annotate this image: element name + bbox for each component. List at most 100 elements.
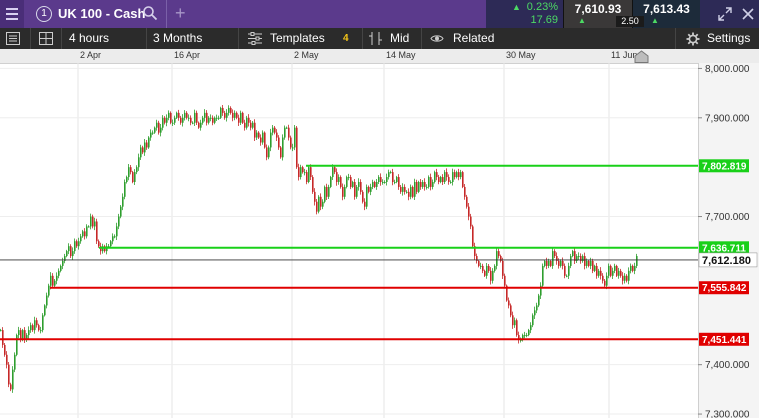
instrument-name[interactable]: UK 100 - Cash: [58, 6, 145, 21]
candle-body: [114, 236, 116, 238]
candle-body: [352, 181, 354, 187]
candle-body: [248, 117, 250, 123]
candle-body: [84, 231, 86, 237]
bid-price: 7,610.93: [574, 2, 622, 16]
candle-body: [314, 191, 316, 202]
candle-body: [294, 127, 296, 148]
candle-body: [236, 112, 238, 118]
price-type-select[interactable]: Mid: [390, 28, 409, 49]
price-tick-label: 8,000.000: [705, 64, 750, 75]
date-label: 14 May: [386, 50, 416, 60]
templates-button[interactable]: Templates: [270, 28, 325, 49]
candle-body: [420, 181, 422, 187]
candle-body: [502, 260, 504, 276]
hamburger-icon[interactable]: [0, 0, 24, 28]
candle-body: [168, 112, 170, 118]
expand-window-icon[interactable]: [718, 7, 732, 21]
list-view-icon[interactable]: [6, 32, 20, 45]
candle-body: [34, 320, 36, 331]
candle-body: [452, 172, 454, 182]
candle-body: [194, 112, 196, 123]
candle-body: [70, 246, 72, 257]
ask-price: 7,613.43: [643, 2, 690, 16]
candle-body: [156, 122, 158, 128]
candle-body: [208, 117, 210, 123]
price-chart[interactable]: 8,000.000 7,900.000 7,700.000 7,400.000 7,30…: [0, 63, 759, 418]
candle-body: [202, 117, 204, 123]
candle-body: [578, 256, 580, 258]
tab-divider: [166, 0, 167, 28]
candle-body: [182, 117, 184, 123]
candle-body: [630, 265, 632, 271]
candle-body: [260, 137, 262, 143]
candle-body: [594, 265, 596, 271]
settings-button[interactable]: Settings: [707, 28, 750, 49]
candle-body: [36, 320, 38, 326]
related-button[interactable]: Related: [453, 28, 494, 49]
candle-body: [250, 122, 252, 128]
candle-body: [628, 270, 630, 281]
candle-body: [432, 181, 434, 187]
candle-body: [284, 127, 286, 138]
candle-body: [146, 142, 148, 148]
candle-body: [152, 132, 154, 134]
candle-body: [424, 181, 426, 187]
templates-count-badge: 4: [343, 33, 349, 44]
search-icon[interactable]: [142, 5, 158, 21]
price-tick-label: 7,400.000: [705, 360, 750, 371]
candle-body: [524, 335, 526, 337]
candle-body: [586, 260, 588, 266]
candle-body: [90, 216, 92, 227]
candle-body: [384, 181, 386, 183]
candle-body: [560, 260, 562, 266]
candle-body: [462, 172, 464, 187]
candle-body: [348, 177, 350, 179]
candle-body: [636, 256, 638, 266]
candle-body: [6, 354, 8, 365]
candle-body: [632, 265, 634, 271]
gear-icon[interactable]: [686, 32, 700, 46]
candle-body: [212, 117, 214, 123]
candle-body: [634, 265, 636, 271]
candle-body: [440, 177, 442, 182]
candle-body: [616, 265, 618, 276]
candle-body: [306, 172, 308, 182]
candle-body: [552, 251, 554, 266]
candle-body: [584, 256, 586, 266]
candle-body: [110, 241, 112, 247]
candle-body: [262, 132, 264, 143]
candle-body: [472, 226, 474, 247]
close-window-icon[interactable]: [741, 7, 755, 21]
candle-body: [494, 265, 496, 271]
layout-grid-icon[interactable]: [39, 32, 53, 45]
home-marker-icon[interactable]: [634, 50, 649, 63]
candle-body: [366, 186, 368, 207]
candle-body: [364, 201, 366, 207]
candle-body: [374, 181, 376, 187]
period-select[interactable]: 3 Months: [153, 28, 202, 49]
candle-body: [204, 112, 206, 118]
candle-body: [60, 265, 62, 271]
candle-body: [196, 112, 198, 123]
candle-body: [356, 186, 358, 197]
price-tick-label: 7,900.000: [705, 113, 750, 124]
toolbar-divider: [30, 28, 31, 49]
templates-icon: [248, 32, 262, 45]
candle-body: [354, 181, 356, 197]
candle-body: [222, 107, 224, 113]
candle-body: [268, 147, 270, 158]
candle-body: [190, 117, 192, 123]
candle-body: [334, 167, 336, 173]
candle-body: [496, 251, 498, 266]
candle-body: [276, 132, 278, 138]
candle-body: [160, 127, 162, 133]
candle-body: [422, 181, 424, 187]
candle-body: [178, 112, 180, 118]
instrument-number-badge: 1: [36, 6, 52, 22]
candle-body: [456, 172, 458, 178]
candle-body: [342, 186, 344, 197]
candle-body: [18, 330, 20, 336]
add-tab-icon[interactable]: +: [175, 3, 186, 23]
candle-body: [382, 181, 384, 183]
interval-select[interactable]: 4 hours: [69, 28, 109, 49]
